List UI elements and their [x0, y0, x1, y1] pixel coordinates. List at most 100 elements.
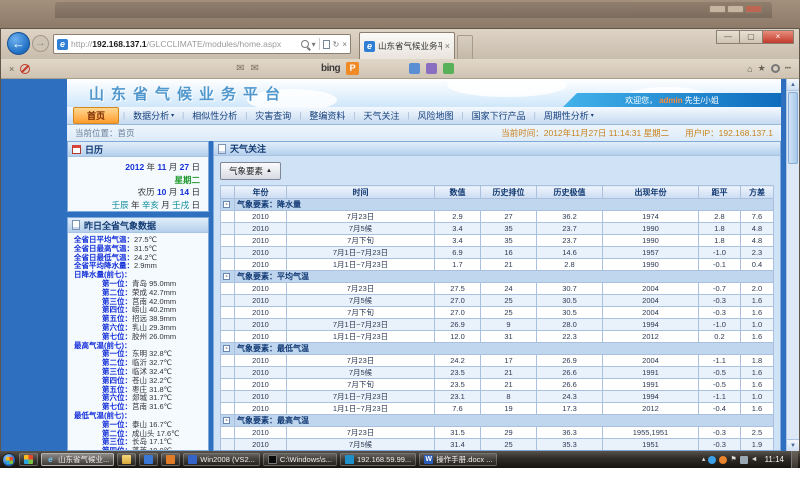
data-cell: 1.6 [741, 331, 774, 343]
scroll-up-icon[interactable]: ▲ [787, 79, 799, 91]
network-icon[interactable] [740, 456, 748, 464]
taskbar-task[interactable]: Win2008 (VS2... [183, 453, 260, 466]
action-center-flag-icon[interactable]: ⚑ [730, 456, 736, 464]
alert-tray-icon[interactable] [719, 456, 727, 464]
weather-rank-row-value: 胶州 26.0mm [132, 332, 176, 341]
status-bar: 当前位置：首页 当前时间：2012年11月27日 11:14:31 星期二 用户… [67, 125, 781, 141]
collapse-checkbox-icon[interactable]: - [223, 273, 230, 280]
minimize-button[interactable]: — [716, 30, 740, 44]
maximize-icon[interactable] [727, 5, 744, 13]
forward-button[interactable]: → [32, 35, 49, 52]
table-data-row[interactable]: 20107月下旬3.43523.719901.84.8 [221, 235, 774, 247]
messenger-tray-icon[interactable] [708, 456, 716, 464]
taskbar-task[interactable] [161, 453, 180, 466]
collapse-checkbox-icon[interactable]: - [223, 345, 230, 352]
weather-rank-row-value: 苍山 32.2℃ [132, 376, 172, 385]
table-data-row[interactable]: 20107月23日31.52936.31955,1951-0.32.5 [221, 427, 774, 439]
share-icon[interactable] [443, 63, 454, 74]
table-data-row[interactable]: 20101月1日~7月23日12.03122.320120.21.6 [221, 331, 774, 343]
people-icon[interactable] [426, 63, 437, 74]
blocked-icon[interactable] [20, 64, 30, 74]
data-cell: 2010 [235, 439, 287, 451]
nav-item-6[interactable]: 风险地图 [410, 109, 462, 122]
back-button[interactable]: ← [7, 32, 30, 55]
data-cell: 36.3 [537, 427, 603, 439]
taskbar-task[interactable] [19, 453, 38, 466]
more-options-icon[interactable]: ••• [785, 66, 791, 72]
main-panel-body: 气象要素 ▲ 年份时间数值历史排位历史极值出现年份距平方差 -气象要素：降水量2… [214, 156, 780, 451]
data-cell: 4.8 [741, 223, 774, 235]
compatibility-view-icon[interactable] [323, 40, 330, 49]
table-data-row[interactable]: 20107月下旬23.52126.61991-0.51.6 [221, 379, 774, 391]
taskbar-task[interactable]: C:\Windows\s... [263, 453, 337, 466]
nav-item-0[interactable]: 首页 [73, 107, 119, 124]
table-data-row[interactable]: 20107月23日27.52430.72004-0.72.0 [221, 283, 774, 295]
nav-item-7[interactable]: 国家下行产品 [464, 109, 534, 122]
taskbar-task[interactable]: e山东省气候业... [41, 453, 114, 466]
table-data-row[interactable]: 20107月5候27.02530.52004-0.31.6 [221, 295, 774, 307]
taskbar-task[interactable]: W操作手册.docx ... [419, 453, 497, 466]
table-data-row[interactable]: 20107月5候3.43523.719901.84.8 [221, 223, 774, 235]
close-button[interactable]: × [762, 30, 794, 44]
table-data-row[interactable]: 20101月1日~7月23日1.7212.81990-0.10.4 [221, 259, 774, 271]
collapse-checkbox-icon[interactable]: - [223, 417, 230, 424]
mail-icon[interactable]: ✉ [236, 63, 244, 74]
browser-tab[interactable]: e 山东省气候业务平... × [359, 32, 455, 59]
refresh-icon[interactable]: ↻ [333, 40, 340, 49]
show-desktop-button[interactable] [791, 451, 798, 468]
scroll-down-icon[interactable]: ▼ [787, 439, 799, 451]
favorites-star-icon[interactable]: ★ [758, 63, 766, 74]
camera-icon[interactable] [409, 63, 420, 74]
background-window-titlebar [55, 2, 772, 18]
nav-item-1[interactable]: 数据分析▾ [125, 109, 182, 122]
volume-icon[interactable]: ◄ [751, 456, 758, 464]
nav-item-4[interactable]: 整编资料 [301, 109, 353, 122]
table-data-row[interactable]: 20107月23日2.92736.219742.87.6 [221, 211, 774, 223]
start-button[interactable] [2, 453, 16, 467]
table-data-row[interactable]: 20107月5候23.52126.61991-0.51.6 [221, 367, 774, 379]
show-hidden-icons[interactable]: ▴ [702, 456, 706, 464]
table-data-row[interactable]: 20107月5候31.42535.31951-0.31.9 [221, 439, 774, 451]
search-icon[interactable] [301, 40, 309, 48]
home-icon[interactable]: ⌂ [747, 64, 752, 74]
scrollbar-thumb[interactable] [788, 92, 798, 164]
table-group-row[interactable]: -气象要素：降水量 [221, 199, 774, 211]
data-cell: 1955,1951 [603, 427, 699, 439]
table-data-row[interactable]: 20107月下旬27.02530.52004-0.31.6 [221, 307, 774, 319]
table-data-row[interactable]: 20107月1日~7月23日26.9928.01994-1.01.0 [221, 319, 774, 331]
taskbar-task[interactable] [139, 453, 158, 466]
nav-item-3[interactable]: 灾害查询 [247, 109, 299, 122]
send-mail-icon[interactable]: ✉ [251, 63, 259, 74]
table-group-row[interactable]: -气象要素：最高气温 [221, 415, 774, 427]
table-data-row[interactable]: 20107月1日~7月23日6.91614.61957-1.02.3 [221, 247, 774, 259]
nav-item-2[interactable]: 相似性分析 [184, 109, 245, 122]
new-tab-button[interactable] [457, 35, 473, 59]
close-icon[interactable] [745, 5, 762, 13]
minimize-icon[interactable] [709, 5, 726, 13]
search-button[interactable]: P [346, 62, 359, 75]
weather-rank-row-label: 第三位： [102, 437, 132, 446]
table-group-row[interactable]: -气象要素：平均气温 [221, 271, 774, 283]
gear-icon[interactable] [771, 64, 780, 73]
table-group-row[interactable]: -气象要素：最低气温 [221, 343, 774, 355]
group-title-cell: 气象要素：平均气温 [235, 271, 774, 283]
element-filter-button[interactable]: 气象要素 ▲ [220, 162, 281, 180]
table-data-row[interactable]: 20107月1日~7月23日23.1824.31994-1.11.0 [221, 391, 774, 403]
taskbar-task[interactable] [117, 453, 136, 466]
vertical-scrollbar[interactable]: ▲ ▼ [786, 79, 799, 451]
nav-item-8[interactable]: 周期性分析▾ [536, 109, 602, 122]
address-bar[interactable]: e http://192.168.137.1/GLCCLIMATE/module… [53, 34, 351, 54]
close-tab-icon[interactable]: × [445, 41, 450, 51]
data-cell: 1月1日~7月23日 [287, 259, 435, 271]
table-data-row[interactable]: 20107月23日24.21726.92004-1.11.8 [221, 355, 774, 367]
table-data-row[interactable]: 20101月1日~7月23日7.61917.32012-0.41.6 [221, 403, 774, 415]
chevron-down-icon[interactable]: ▾ [312, 40, 316, 49]
collapse-checkbox-icon[interactable]: - [223, 201, 230, 208]
taskbar-clock[interactable]: 11:14 [765, 455, 784, 464]
close-toolbar-icon[interactable]: × [9, 64, 14, 74]
restore-button[interactable]: ▢ [739, 30, 763, 44]
taskbar-task[interactable]: 192.168.59.99... [340, 453, 416, 466]
nav-item-5[interactable]: 天气关注 [355, 109, 407, 122]
address-url[interactable]: http://192.168.137.1/GLCCLIMATE/modules/… [71, 39, 298, 49]
stop-icon[interactable]: × [342, 40, 347, 49]
